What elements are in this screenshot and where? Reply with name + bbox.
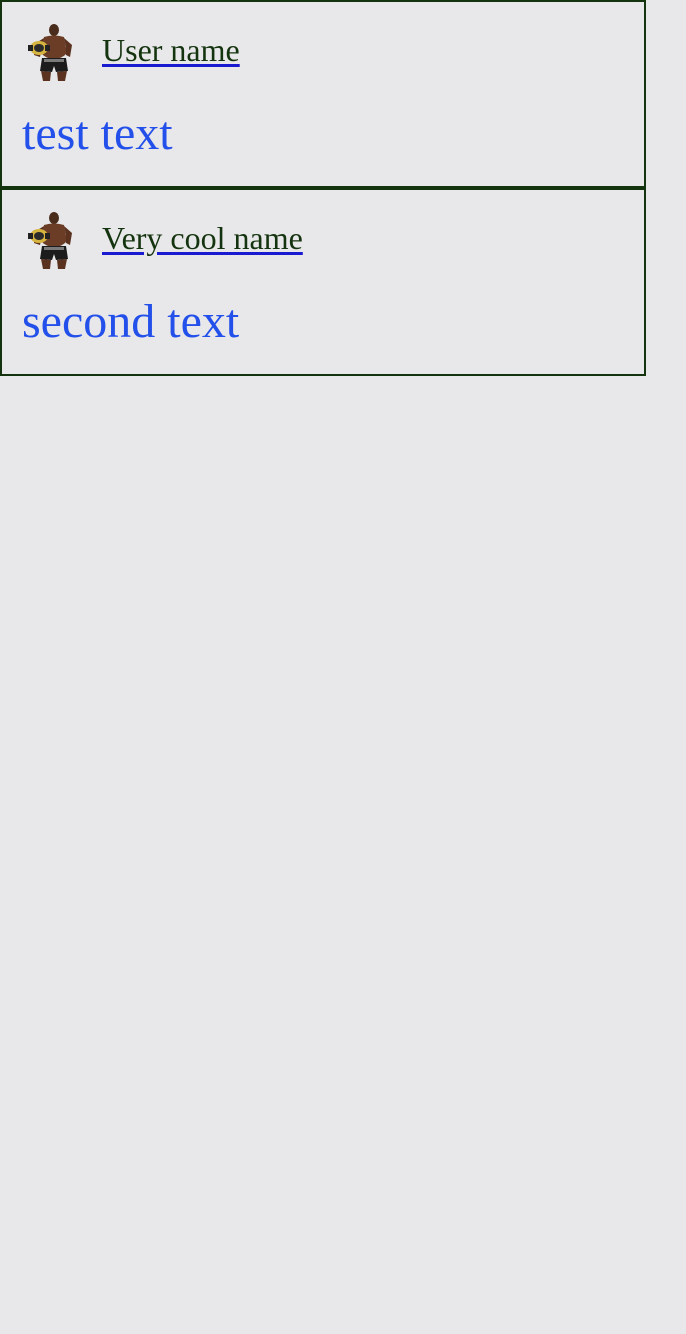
post-text: second text [22, 295, 240, 348]
post-header: Very cool name [22, 208, 303, 272]
post-card: Very cool name second text [0, 188, 646, 376]
fighter-avatar-icon [28, 24, 72, 81]
username-link[interactable]: User name [102, 34, 240, 66]
username-link[interactable]: Very cool name [102, 222, 303, 254]
post-header: User name [22, 20, 240, 84]
fighter-avatar-icon [28, 212, 72, 269]
post-text: test text [22, 107, 173, 160]
post-card: User name test text [0, 0, 646, 188]
post-feed: User name test text Very cool name secon… [0, 0, 646, 376]
